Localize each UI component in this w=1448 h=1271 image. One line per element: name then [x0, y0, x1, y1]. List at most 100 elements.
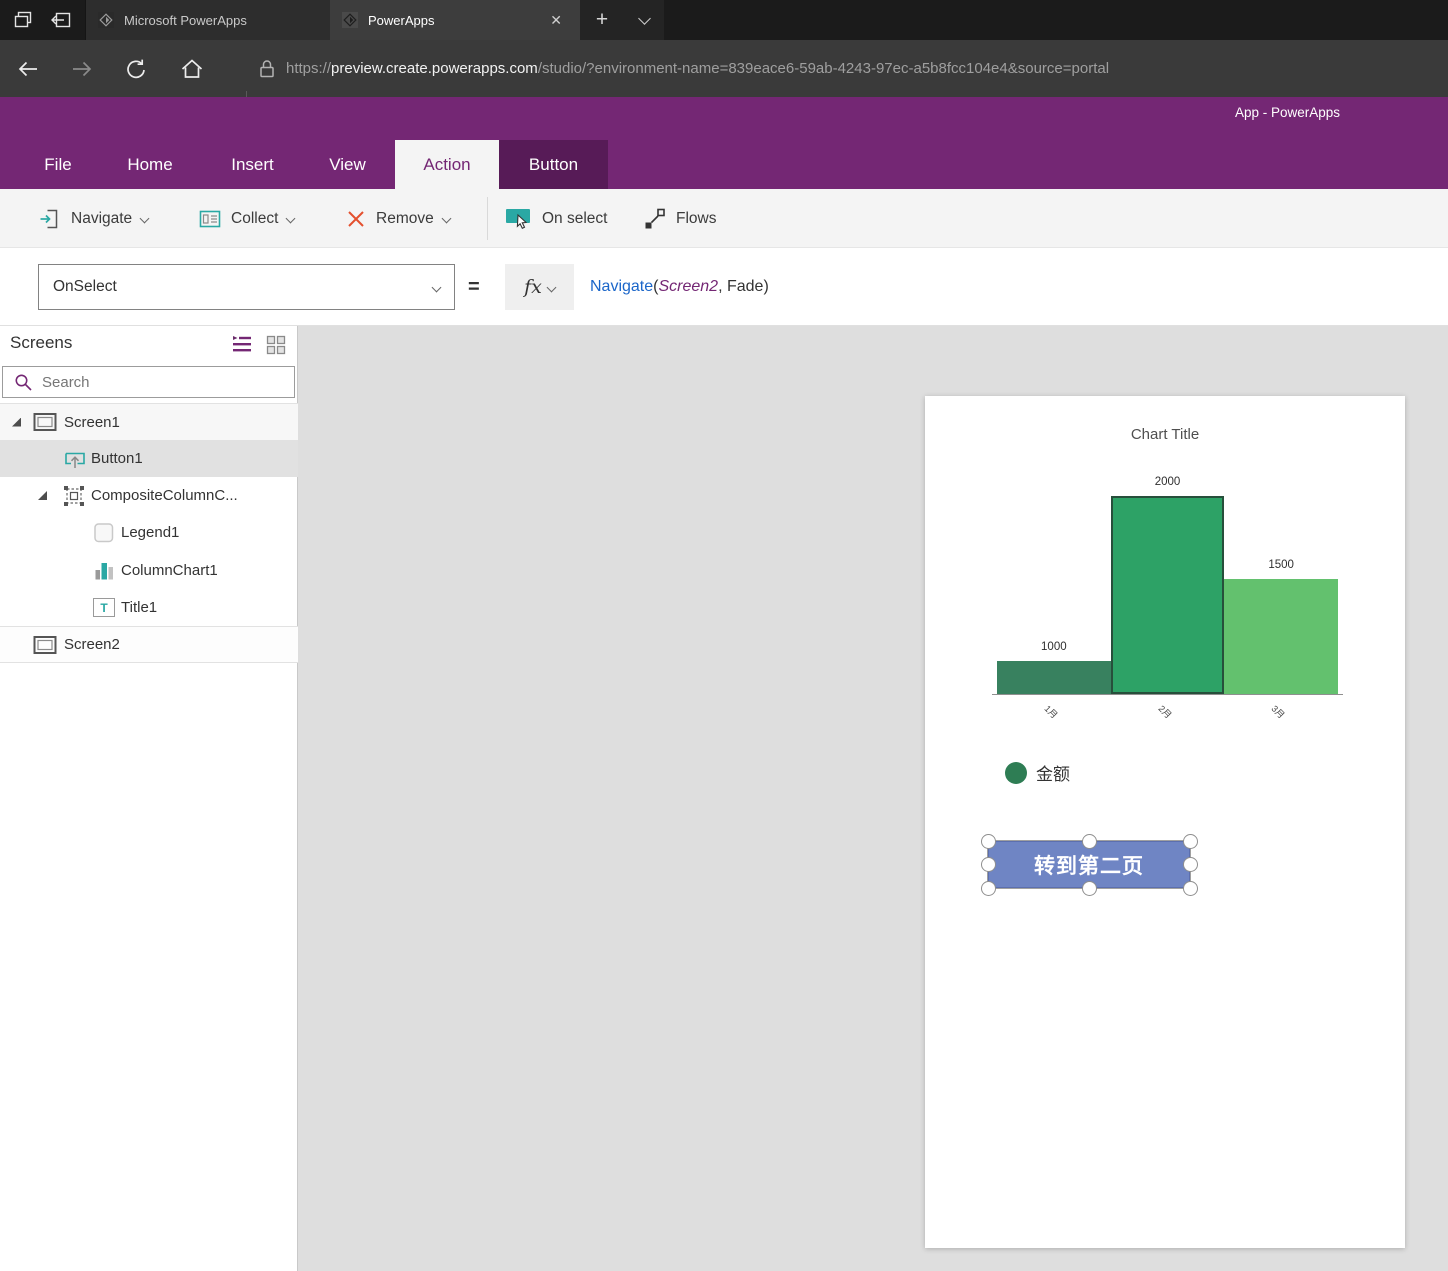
flows-button[interactable]: Flows: [643, 189, 716, 248]
flows-icon: [643, 207, 667, 231]
selection-handle-se[interactable]: [1183, 881, 1198, 896]
browser-navbar: https://preview.create.powerapps.com/stu…: [0, 40, 1448, 97]
navigate-label: Navigate: [71, 210, 132, 228]
tree-item-screen1[interactable]: Screen1: [0, 403, 298, 440]
tab-file[interactable]: File: [28, 140, 88, 189]
tree-item-columnchart1[interactable]: ColumnChart1: [0, 552, 298, 589]
ribbon-divider: [487, 197, 488, 240]
url-text: https://preview.create.powerapps.com/stu…: [286, 60, 1109, 77]
tab-home[interactable]: Home: [110, 140, 190, 189]
selection-handle-w[interactable]: [981, 857, 996, 872]
back-icon[interactable]: [14, 55, 42, 83]
chevron-down-icon: [546, 282, 556, 292]
navigate-page-icon: [38, 207, 62, 231]
chart-bar: [1224, 579, 1338, 694]
chart-category-label: 3月: [1269, 702, 1288, 721]
browser-tab-inactive[interactable]: Microsoft PowerApps: [85, 0, 330, 40]
legend-control-icon: [93, 522, 115, 544]
title-control-icon: T: [93, 598, 115, 617]
tab-title: PowerApps: [368, 13, 544, 28]
column-chart-control-icon: [93, 560, 115, 582]
chart-category-label: 2月: [1155, 702, 1174, 721]
fx-label: fx: [524, 276, 542, 298]
browser-tab-active[interactable]: PowerApps ✕: [330, 0, 580, 40]
app-header: App - PowerApps File Home Insert View Ac…: [0, 97, 1448, 189]
fx-dropdown[interactable]: fx: [505, 264, 574, 310]
list-view-icon[interactable]: [230, 333, 254, 357]
equals-sign: =: [468, 248, 480, 326]
remove-button[interactable]: Remove: [345, 189, 450, 248]
set-tabs-aside-icon[interactable]: [46, 7, 76, 33]
tab-preview-icon[interactable]: [8, 7, 38, 33]
tab-button-contextual[interactable]: Button: [499, 140, 608, 189]
chart-value-label: 2000: [1111, 476, 1225, 488]
chevron-down-icon: [140, 214, 150, 224]
property-name: OnSelect: [53, 278, 117, 296]
tree-item-button1[interactable]: Button1: [0, 440, 298, 477]
search-icon: [13, 372, 33, 392]
chart-legend[interactable]: 金额: [1005, 760, 1070, 785]
navigate-button[interactable]: Navigate: [38, 189, 148, 248]
screens-panel: Screens Screen1 Button1: [0, 326, 298, 1271]
selection-handle-nw[interactable]: [981, 834, 996, 849]
close-tab-icon[interactable]: ✕: [544, 10, 568, 31]
tree-item-title1[interactable]: T Title1: [0, 589, 298, 626]
refresh-icon[interactable]: [122, 55, 150, 83]
on-select-icon: [505, 206, 533, 232]
flows-label: Flows: [676, 210, 716, 228]
lock-icon: [258, 58, 276, 80]
chart-value-label: 1000: [997, 641, 1111, 653]
remove-label: Remove: [376, 210, 434, 228]
grid-view-icon[interactable]: [264, 333, 288, 357]
selection-handle-s[interactable]: [1082, 881, 1097, 896]
chevron-down-icon: [432, 282, 442, 292]
collect-button[interactable]: Collect: [198, 189, 294, 248]
tab-action[interactable]: Action: [395, 140, 499, 189]
column-chart-plot[interactable]: 10001月20002月15003月: [992, 489, 1343, 695]
selection-handle-sw[interactable]: [981, 881, 996, 896]
app-title: App - PowerApps: [1235, 105, 1340, 120]
formula-function: Navigate: [590, 278, 653, 296]
new-tab-button[interactable]: +: [580, 0, 624, 40]
ribbon: Navigate Collect Remove On select Flows: [0, 189, 1448, 248]
tab-view[interactable]: View: [315, 140, 380, 189]
chart-title-control[interactable]: Chart Title: [925, 426, 1405, 443]
tree-item-composite-column-chart[interactable]: CompositeColumnC...: [0, 477, 298, 514]
chevron-down-icon: [441, 214, 451, 224]
property-dropdown[interactable]: OnSelect: [38, 264, 455, 310]
tab-insert[interactable]: Insert: [215, 140, 290, 189]
collapse-triangle-icon[interactable]: [38, 491, 47, 500]
powerapps-logo-icon: [98, 12, 114, 28]
screens-search[interactable]: [2, 366, 295, 398]
screen-icon: [33, 635, 57, 655]
tree-item-screen2[interactable]: Screen2: [0, 626, 298, 663]
button-control-icon: [64, 448, 86, 470]
address-bar[interactable]: https://preview.create.powerapps.com/stu…: [258, 40, 1109, 97]
chart-category-label: 1月: [1042, 702, 1061, 721]
tab-list-chevron-icon[interactable]: [624, 0, 664, 40]
design-canvas[interactable]: Chart Title 10001月20002月15003月 金额 转到第二页: [298, 326, 1448, 1271]
selection-handle-ne[interactable]: [1183, 834, 1198, 849]
tree-item-legend1[interactable]: Legend1: [0, 514, 298, 551]
legend-dot: [1005, 762, 1027, 784]
chart-bar: [1111, 496, 1225, 694]
collapse-triangle-icon[interactable]: [12, 418, 21, 427]
selection-handle-e[interactable]: [1183, 857, 1198, 872]
group-control-icon: [63, 485, 85, 507]
selection-handle-n[interactable]: [1082, 834, 1097, 849]
remove-x-icon: [345, 208, 367, 230]
app-screen1-preview[interactable]: Chart Title 10001月20002月15003月 金额 转到第二页: [925, 396, 1405, 1248]
on-select-label: On select: [542, 210, 607, 228]
legend-label: 金额: [1036, 760, 1070, 785]
formula-bar: OnSelect = fx Navigate ( Screen2 , Fade): [0, 248, 1448, 326]
chart-value-label: 1500: [1224, 559, 1338, 571]
formula-args: , Fade): [718, 278, 769, 296]
screens-panel-title: Screens: [10, 333, 72, 353]
on-select-button[interactable]: On select: [505, 189, 607, 248]
home-icon[interactable]: [178, 55, 206, 83]
search-input[interactable]: [42, 374, 284, 391]
browser-titlebar: Microsoft PowerApps PowerApps ✕ +: [0, 0, 1448, 40]
formula-input[interactable]: Navigate ( Screen2 , Fade): [590, 248, 769, 326]
forward-icon[interactable]: [68, 55, 96, 83]
chart-bar: [997, 661, 1111, 694]
